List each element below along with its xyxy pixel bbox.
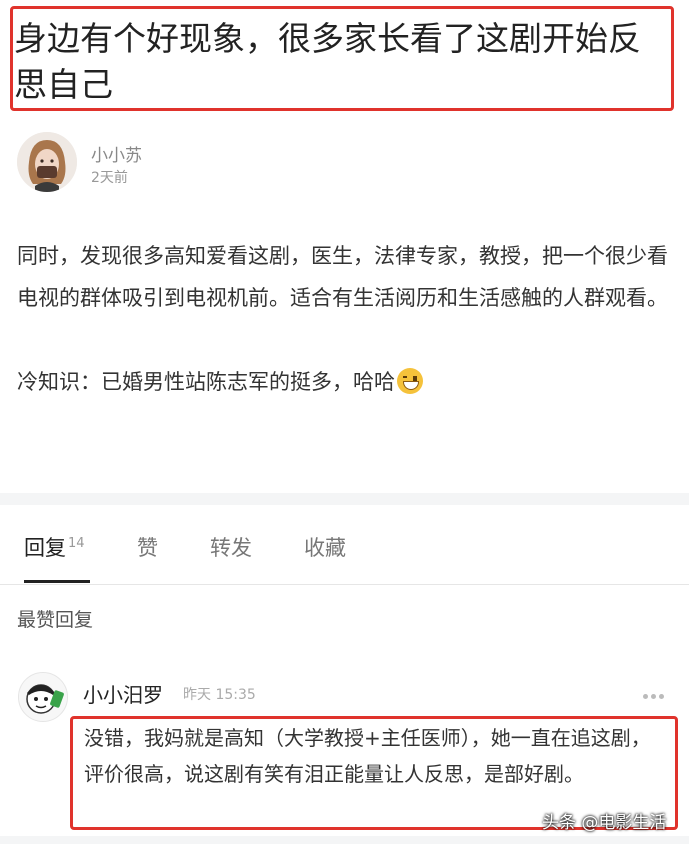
post-body: 同时，发现很多高知爱看这剧，医生，法律专家，教授，把一个很少看电视的群体吸引到电… [17,235,677,403]
author-name[interactable]: 小小苏 [91,141,142,166]
comment-text: 没错，我妈就是高知（大学教授+主任医师），她一直在追这剧，评价很高，说这剧有笑有… [84,726,651,786]
watermark: 头条 @电影生活 [542,813,667,833]
grinning-face-emoji-icon [397,368,423,394]
top-replies-heading: 最赞回复 [17,609,94,631]
active-tab-indicator [24,580,90,583]
commenter-avatar-image [19,673,67,721]
post-paragraph: 冷知识：已婚男性站陈志军的挺多，哈哈 [17,361,677,403]
post-paragraph: 同时，发现很多高知爱看这剧，医生，法律专家，教授，把一个很少看电视的群体吸引到电… [17,244,668,310]
post-time: 2天前 [91,170,128,186]
more-options-icon[interactable] [643,684,671,700]
tab-label: 回复 [24,536,66,560]
section-divider [0,493,689,505]
commenter-name[interactable]: 小小汨罗 [83,679,163,708]
tab-likes[interactable]: 赞 [137,532,158,562]
tab-favorite[interactable]: 收藏 [304,532,346,562]
reply-count: 14 [68,536,85,551]
post-paragraph-text: 冷知识：已婚男性站陈志军的挺多，哈哈 [17,370,395,394]
tabs-divider [0,584,689,585]
comment-time: 昨天 15:35 [183,687,256,703]
comment-tabs: 回复 14 赞 转发 收藏 [0,520,689,584]
tab-replies[interactable]: 回复 14 [24,532,85,562]
tab-repost[interactable]: 转发 [210,532,252,562]
author-avatar[interactable] [17,132,77,192]
commenter-avatar[interactable] [18,672,68,722]
post-title: 身边有个好现象，很多家长看了这剧开始反思自己 [14,19,641,104]
bottom-strip [0,836,689,844]
avatar-image [17,132,77,192]
